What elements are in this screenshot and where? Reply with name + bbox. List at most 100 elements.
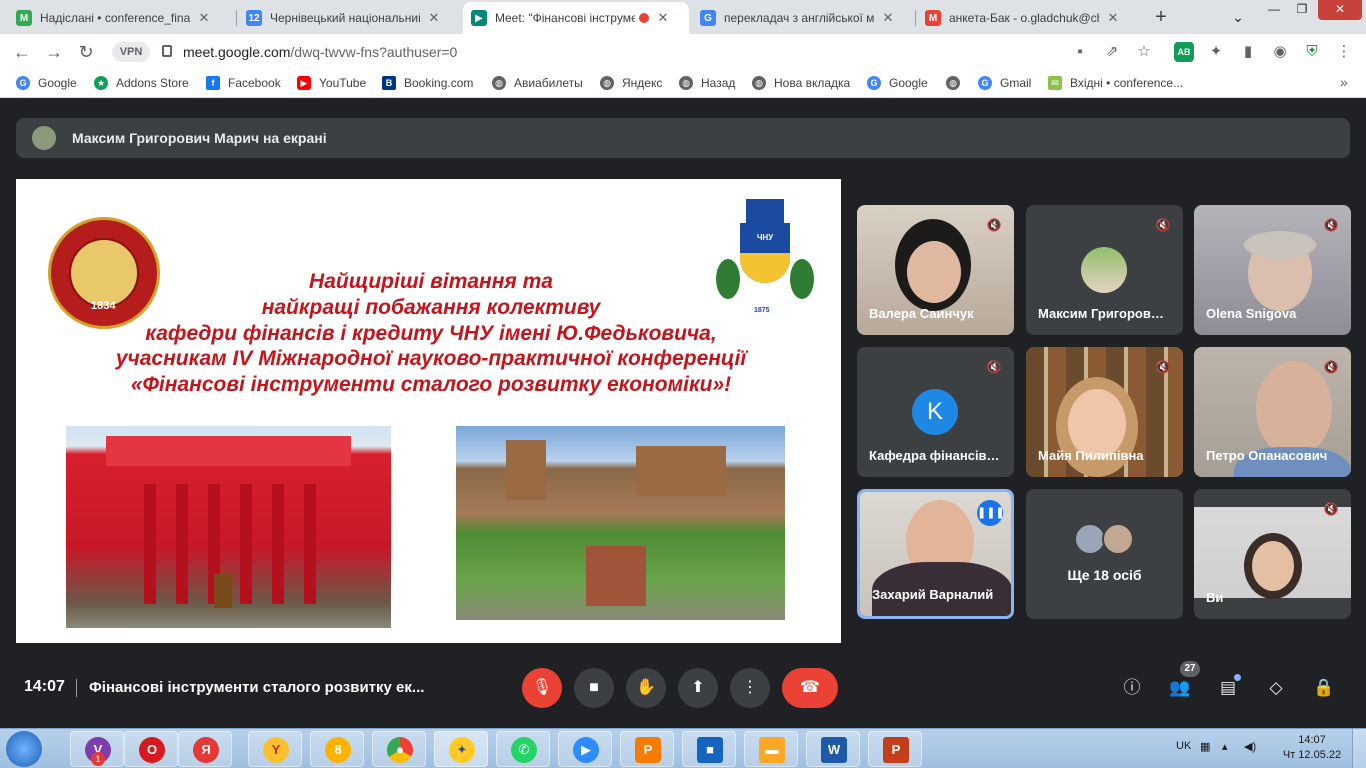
participant-tile[interactable]: K 🔇 Кафедра фінансів і кредиту — [857, 347, 1014, 477]
bookmark-unnamed[interactable]: ◍ — [946, 76, 968, 90]
bookmark-new-tab[interactable]: ◍ Нова вкладка — [752, 76, 850, 90]
taskbar-app-virtualbox[interactable]: ■ — [682, 731, 736, 767]
address-bar[interactable]: meet.google.com/dwq-twvw-fns?authuser=0 — [156, 39, 1166, 65]
bookmark-back[interactable]: ◍ Назад — [679, 76, 735, 90]
tab-chnu[interactable]: 12 Чернівецький національний ✕ — [238, 2, 463, 34]
share-icon[interactable]: ⇗ — [1102, 42, 1122, 62]
taskbar-app-viber[interactable]: V1 — [70, 731, 124, 767]
camera-icon[interactable]: ▪ — [1070, 42, 1090, 62]
addons-store-icon: ★ — [94, 76, 108, 90]
bookmark-facebook[interactable]: f Facebook — [206, 76, 281, 90]
host-controls-icon[interactable]: 🔒 — [1312, 676, 1336, 700]
close-icon[interactable]: ✕ — [196, 10, 212, 26]
bookmark-youtube[interactable]: ▶ YouTube — [297, 76, 366, 90]
participant-name: Ви — [1206, 590, 1224, 605]
tray-expand-icon[interactable]: ▴ — [1222, 740, 1228, 753]
show-desktop-button[interactable] — [1352, 729, 1366, 768]
participant-tile[interactable]: 🔇 Olena Snigova — [1194, 205, 1351, 335]
taskbar-app-yandex[interactable]: Я — [178, 731, 232, 767]
bookmark-booking[interactable]: B Booking.com — [382, 76, 473, 90]
taskbar-app-powerpoint[interactable]: P — [868, 731, 922, 767]
close-icon[interactable]: ✕ — [1105, 10, 1121, 26]
bookmark-aviabilety[interactable]: ◍ Авиабилеты — [492, 76, 583, 90]
building-column — [304, 484, 316, 604]
reload-icon[interactable]: ↻ — [74, 40, 98, 64]
participant-tile[interactable]: 🔇 Петро Опанасович — [1194, 347, 1351, 477]
lock-icon[interactable] — [162, 45, 172, 57]
microphone-off-button[interactable]: 🎙 — [522, 668, 562, 708]
participant-tile[interactable]: 🔇 Майя Пилипівна — [1026, 347, 1183, 477]
shield-icon[interactable]: ⛨ — [1302, 42, 1322, 62]
bookmark-yandex[interactable]: ◍ Яндекс — [600, 76, 662, 90]
side-panel-icon[interactable]: ▮ — [1238, 42, 1258, 62]
muted-icon: 🔇 — [1155, 218, 1171, 232]
keyboard-icon[interactable]: ▦ — [1200, 740, 1210, 753]
participant-tile[interactable]: 🔇 Максим Григорович Марич — [1026, 205, 1183, 335]
present-screen-button[interactable]: ⬆ — [678, 668, 718, 708]
back-icon[interactable]: ← — [10, 40, 34, 64]
windows-taskbar: V1 O Я Y 8 ● ✦ ✆ ▶ P ■ ▬ W P UK ▦ ▴ ◀) 1… — [0, 728, 1366, 768]
taskbar-app-chrome[interactable]: ● — [372, 731, 426, 767]
raise-hand-button[interactable]: ✋ — [626, 668, 666, 708]
minimize-button[interactable]: — — [1262, 0, 1286, 20]
bookmark-google[interactable]: G Google — [16, 76, 77, 90]
bookmark-star-icon[interactable]: ☆ — [1134, 42, 1154, 62]
browser-toolbar: ← → ↻ VPN meet.google.com/dwq-twvw-fns?a… — [0, 34, 1366, 70]
tab-meet[interactable]: ▶ Meet: "Фінансові інструменти ✕ — [463, 2, 689, 34]
url-text[interactable]: meet.google.com/dwq-twvw-fns?authuser=0 — [183, 44, 457, 60]
more-participants-tile[interactable]: Ще 18 осіб — [1026, 489, 1183, 619]
taskbar-app-bookmate[interactable]: 8 — [310, 731, 364, 767]
clock-date: Чт 12.05.22 — [1282, 749, 1342, 761]
leave-call-button[interactable]: ☎ — [782, 668, 838, 708]
self-tile[interactable]: 🔇 Ви — [1194, 489, 1351, 619]
bookmarks-overflow-icon[interactable]: » — [1340, 74, 1348, 90]
new-tab-button[interactable]: + — [1148, 4, 1174, 30]
close-window-button[interactable]: ✕ — [1318, 0, 1362, 20]
taskbar-app-zoom[interactable]: ▶ — [558, 731, 612, 767]
taskbar-app-yandex-browser[interactable]: Y — [248, 731, 302, 767]
taskbar-app-explorer[interactable]: ▬ — [744, 731, 798, 767]
close-icon[interactable]: ✕ — [655, 10, 671, 26]
tab-translator[interactable]: G перекладач з англійської мови ✕ — [692, 2, 914, 34]
participant-tile[interactable]: 🔇 Валера Саинчук — [857, 205, 1014, 335]
adblock-extension-icon[interactable]: AB — [1174, 42, 1194, 62]
taskbar-app-opera[interactable]: O — [124, 731, 178, 767]
camera-button[interactable]: ■ — [574, 668, 614, 708]
globe-icon: ◍ — [679, 76, 693, 90]
meeting-details-icon[interactable]: ⓘ — [1120, 676, 1144, 700]
bookmark-gmail[interactable]: G Gmail — [978, 76, 1031, 90]
forward-icon[interactable]: → — [42, 40, 66, 64]
system-clock[interactable]: 14:07 Чт 12.05.22 — [1282, 733, 1342, 763]
restore-button[interactable]: ❐ — [1290, 0, 1314, 20]
participant-tile-speaking[interactable]: ❚❚❚ Захарий Варналий — [857, 489, 1014, 619]
close-icon[interactable]: ✕ — [426, 10, 442, 26]
tab-sent-mail[interactable]: M Надіслані • conference_finance ✕ — [8, 2, 233, 34]
extensions-icon[interactable]: ✦ — [1206, 42, 1226, 62]
tab-anketa[interactable]: M анкета-Бак - o.gladchuk@chnu ✕ — [917, 2, 1143, 34]
taskbar-app-security[interactable]: ✦ — [434, 731, 488, 767]
close-icon[interactable]: ✕ — [880, 10, 896, 26]
chrome-icon: ● — [387, 737, 413, 763]
taskbar-app-word[interactable]: W — [806, 731, 860, 767]
more-options-button[interactable]: ⋮ — [730, 668, 770, 708]
menu-icon[interactable]: ⋮ — [1334, 42, 1354, 62]
activities-icon[interactable]: ◇ — [1264, 676, 1288, 700]
volume-icon[interactable]: ◀) — [1244, 740, 1256, 753]
opera-icon: O — [139, 737, 165, 763]
taskbar-app-pdf[interactable]: P — [620, 731, 674, 767]
bookmark-addons-store[interactable]: ★ Addons Store — [94, 76, 189, 90]
people-icon[interactable]: 👥 — [1168, 676, 1192, 700]
start-button[interactable] — [6, 731, 42, 767]
language-indicator[interactable]: UK — [1176, 740, 1191, 752]
taskbar-app-whatsapp[interactable]: ✆ — [496, 731, 550, 767]
shared-slide[interactable]: 1834 ЧНУ 1875 Найщиріші вітання та найкр… — [16, 179, 841, 643]
profile-icon[interactable]: ◉ — [1270, 42, 1290, 62]
bookmark-google-2[interactable]: G Google — [867, 76, 928, 90]
inbox-icon: ✉ — [1048, 76, 1062, 90]
vpn-badge[interactable]: VPN — [112, 42, 150, 62]
word-icon: W — [821, 737, 847, 763]
tab-search-icon[interactable]: ⌄ — [1226, 8, 1250, 28]
url-host: meet.google.com — [183, 44, 291, 60]
bookmark-label: Gmail — [1000, 76, 1032, 90]
bookmark-inbox[interactable]: ✉ Вхідні • conference... — [1048, 76, 1183, 90]
